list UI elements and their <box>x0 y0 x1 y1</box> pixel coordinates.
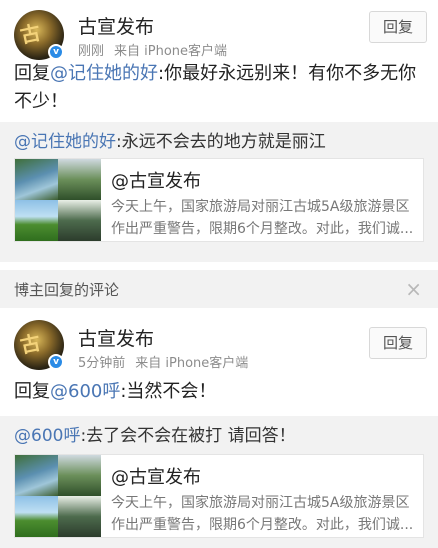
reply-button[interactable]: 回复 <box>369 327 427 359</box>
thumbnail-image <box>15 200 58 241</box>
thumbnail-image <box>58 496 101 537</box>
quoted-comment-2[interactable]: @600呼:去了会不会在被打 请回答！ @古宣发布 今天上午，国家旅游局对丽江古… <box>0 416 438 548</box>
thumbnail-image <box>58 200 101 241</box>
verified-badge-icon: v <box>48 44 64 60</box>
original-post-card[interactable]: @古宣发布 今天上午，国家旅游局对丽江古城5A级旅游景区作出严重警告，限期6个月… <box>14 454 424 538</box>
thumbnail-image <box>15 496 58 537</box>
reply-button[interactable]: 回复 <box>369 11 427 43</box>
username[interactable]: 古宣发布 <box>78 12 154 39</box>
verified-badge-icon: v <box>48 354 64 370</box>
quote-mention[interactable]: @600呼 <box>14 426 80 446</box>
quote-mention[interactable]: @记住她的好 <box>14 132 116 152</box>
post-thumbnails <box>15 159 101 241</box>
card-description: 今天上午，国家旅游局对丽江古城5A级旅游景区作出严重警告，限期6个月整改。对此，… <box>111 495 414 533</box>
source: 来自 iPhone客户端 <box>114 44 228 59</box>
card-title: @古宣发布 <box>111 171 201 192</box>
thumbnail-image <box>15 455 58 496</box>
post-thumbnails <box>15 455 101 537</box>
quote-body: :永远不会去的地方就是丽江 <box>116 132 326 152</box>
quote-text: @600呼:去了会不会在被打 请回答！ <box>14 424 428 448</box>
quote-body: :去了会不会在被打 请回答！ <box>80 426 296 446</box>
section-title: 博主回复的评论 <box>14 281 120 299</box>
reply-prefix: 回复 <box>14 381 50 402</box>
timestamp: 刚刚 <box>78 44 105 59</box>
avatar-glyph: 古 <box>18 20 43 48</box>
quote-text: @记住她的好:永远不会去的地方就是丽江 <box>14 130 428 154</box>
section-header: 博主回复的评论 × <box>0 270 438 308</box>
reply-text: 回复@记住她的好:你最好永远别来！有你不多无你不少！ <box>14 60 426 116</box>
thumbnail-image <box>58 159 101 200</box>
reply-prefix: 回复 <box>14 63 50 84</box>
timestamp: 5分钟前 <box>78 356 126 371</box>
comment-2: 古 v 古宣发布 5分钟前 来自 iPhone客户端 回复 回复@600呼:当然不… <box>0 308 438 416</box>
username[interactable]: 古宣发布 <box>78 324 154 351</box>
reply-body: :当然不会！ <box>120 381 217 402</box>
card-description: 今天上午，国家旅游局对丽江古城5A级旅游景区作出严重警告，限期6个月整改。对此，… <box>111 199 414 237</box>
quoted-comment-1[interactable]: @记住她的好:永远不会去的地方就是丽江 @古宣发布 今天上午，国家旅游局对丽江古… <box>0 122 438 262</box>
reply-mention[interactable]: @记住她的好 <box>50 63 158 84</box>
original-post-card[interactable]: @古宣发布 今天上午，国家旅游局对丽江古城5A级旅游景区作出严重警告，限期6个月… <box>14 158 424 242</box>
reply-mention[interactable]: @600呼 <box>50 381 120 402</box>
close-icon[interactable]: × <box>405 277 422 301</box>
avatar-glyph: 古 <box>18 330 43 358</box>
card-title: @古宣发布 <box>111 467 201 488</box>
comment-1: 古 v 古宣发布 刚刚 来自 iPhone客户端 回复 回复@记住她的好:你最好永… <box>0 0 438 122</box>
reply-text: 回复@600呼:当然不会！ <box>14 378 426 406</box>
source: 来自 iPhone客户端 <box>135 356 249 371</box>
thumbnail-image <box>15 159 58 200</box>
thumbnail-image <box>58 455 101 496</box>
comment-meta: 5分钟前 来自 iPhone客户端 <box>78 352 258 371</box>
comment-meta: 刚刚 来自 iPhone客户端 <box>78 40 237 59</box>
